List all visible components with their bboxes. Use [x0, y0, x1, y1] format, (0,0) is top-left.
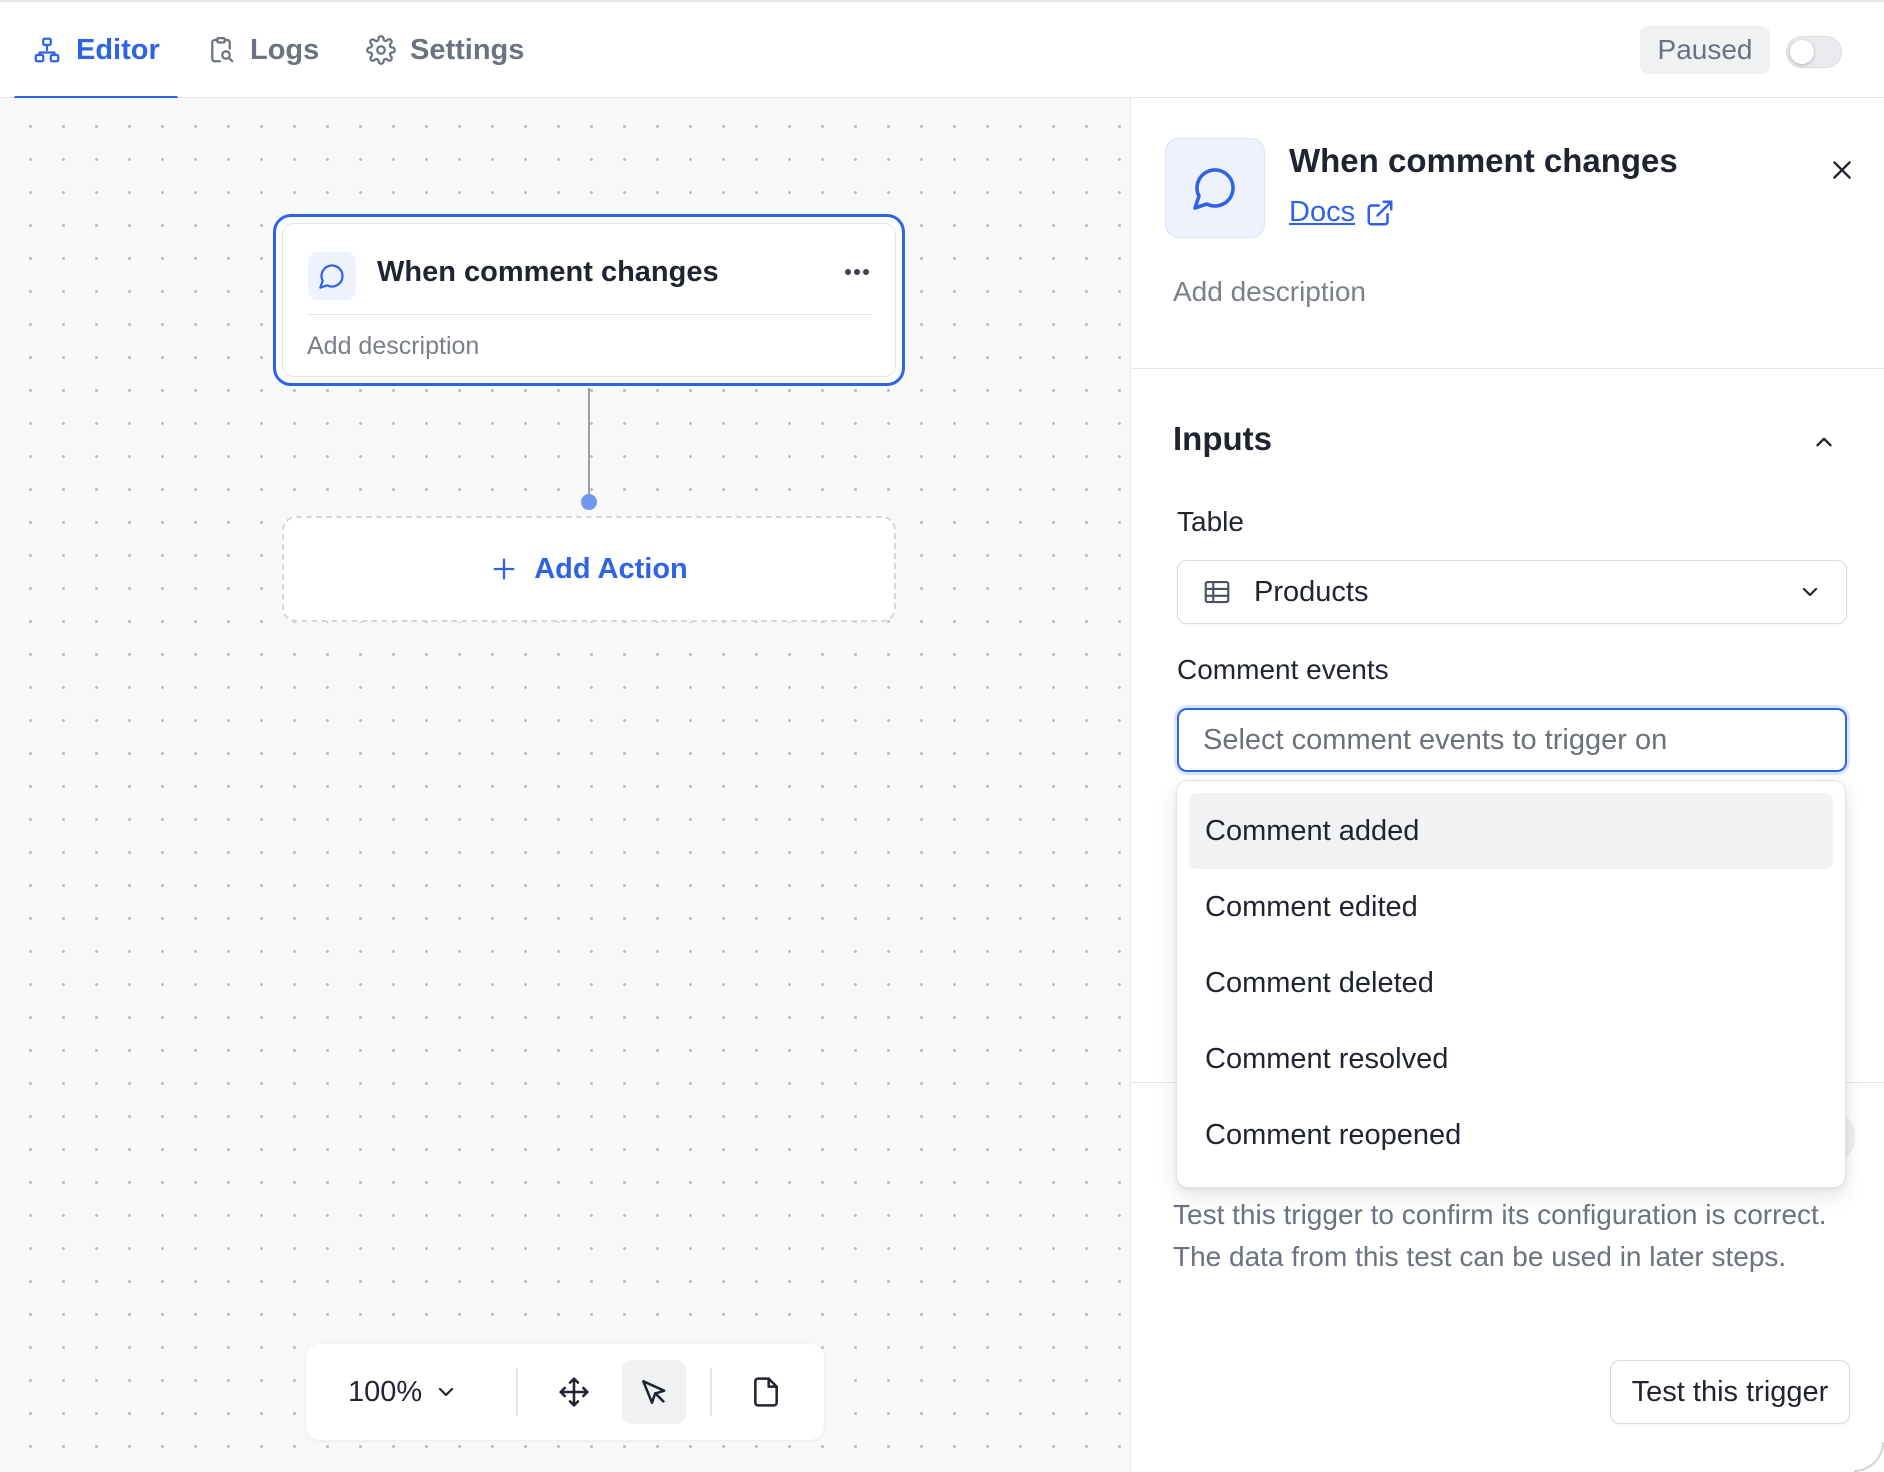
external-link-icon — [1367, 200, 1393, 225]
trigger-node-card[interactable]: When comment changes Add description — [273, 214, 905, 386]
workflow-canvas[interactable]: When comment changes Add description Add… — [0, 98, 1130, 1472]
node-connector-line — [588, 388, 590, 500]
zoom-level-value: 100% — [348, 1375, 423, 1408]
plus-icon — [493, 558, 515, 580]
comment-icon — [308, 252, 356, 300]
tab-editor[interactable]: Editor — [14, 2, 178, 100]
top-navigation-bar: Editor Logs Settings Paused — [0, 0, 1884, 100]
notes-tool-button[interactable] — [734, 1360, 798, 1424]
card-divider — [307, 314, 871, 315]
add-action-label: Add Action — [534, 552, 688, 585]
more-options-button[interactable] — [835, 250, 879, 294]
clipboard-search-icon — [211, 37, 234, 63]
table-select[interactable]: Products — [1177, 560, 1847, 624]
comment-events-dropdown: Comment added Comment edited Comment del… — [1176, 780, 1846, 1188]
close-icon — [1833, 161, 1851, 179]
move-icon — [559, 1377, 589, 1407]
collapse-inputs-button[interactable] — [1804, 422, 1844, 462]
table-icon — [1204, 580, 1230, 604]
pan-tool-button[interactable] — [542, 1360, 606, 1424]
dropdown-option-comment-deleted[interactable]: Comment deleted — [1189, 945, 1833, 1021]
toolbar-separator — [710, 1368, 712, 1416]
status-badge: Paused — [1640, 26, 1770, 74]
dropdown-option-comment-edited[interactable]: Comment edited — [1189, 869, 1833, 945]
select-tool-button[interactable] — [622, 1360, 686, 1424]
test-trigger-button[interactable]: Test this trigger — [1610, 1360, 1850, 1424]
close-panel-button[interactable] — [1820, 148, 1864, 192]
gear-icon — [366, 35, 396, 65]
table-select-value: Products — [1254, 575, 1369, 608]
workflow-icon — [34, 37, 60, 63]
add-action-button[interactable]: Add Action — [282, 516, 896, 622]
test-description: Test this trigger to confirm its configu… — [1173, 1199, 1827, 1272]
toggle-knob — [1790, 40, 1814, 64]
tab-settings[interactable]: Settings — [366, 2, 524, 98]
tab-settings-label: Settings — [410, 33, 525, 66]
comment-events-input[interactable] — [1177, 708, 1847, 772]
cursor-arrow-icon — [642, 1380, 666, 1404]
comment-events-label: Comment events — [1177, 654, 1389, 685]
section-divider — [1131, 368, 1884, 369]
tab-editor-label: Editor — [76, 33, 160, 66]
chevron-down-icon — [1802, 587, 1818, 597]
file-icon — [754, 1377, 778, 1407]
comment-icon — [1165, 138, 1265, 238]
dropdown-option-comment-reopened[interactable]: Comment reopened — [1189, 1097, 1833, 1173]
panel-title: When comment changes — [1289, 142, 1678, 179]
enable-toggle[interactable] — [1786, 36, 1842, 68]
toolbar-separator — [516, 1368, 518, 1416]
docs-link-label: Docs — [1289, 196, 1356, 228]
panel-description[interactable]: Add description — [1173, 276, 1366, 308]
dropdown-option-comment-added[interactable]: Comment added — [1189, 793, 1833, 869]
connector-handle[interactable] — [581, 494, 597, 510]
chevron-up-icon — [1816, 437, 1832, 447]
more-horizontal-icon — [845, 269, 869, 275]
table-field-label: Table — [1177, 506, 1244, 537]
inputs-section-title: Inputs — [1173, 420, 1272, 457]
trigger-node-body: When comment changes Add description — [282, 223, 896, 377]
tab-logs[interactable]: Logs — [206, 2, 319, 98]
dropdown-option-comment-resolved[interactable]: Comment resolved — [1189, 1021, 1833, 1097]
tab-logs-label: Logs — [250, 33, 320, 66]
trigger-node-description[interactable]: Add description — [307, 332, 479, 361]
zoom-level-select[interactable]: 100% — [348, 1368, 458, 1416]
trigger-node-title: When comment changes — [377, 256, 719, 288]
canvas-toolbar: 100% — [306, 1344, 824, 1440]
chevron-down-icon — [439, 1387, 454, 1397]
docs-link[interactable]: Docs — [1289, 196, 1395, 229]
